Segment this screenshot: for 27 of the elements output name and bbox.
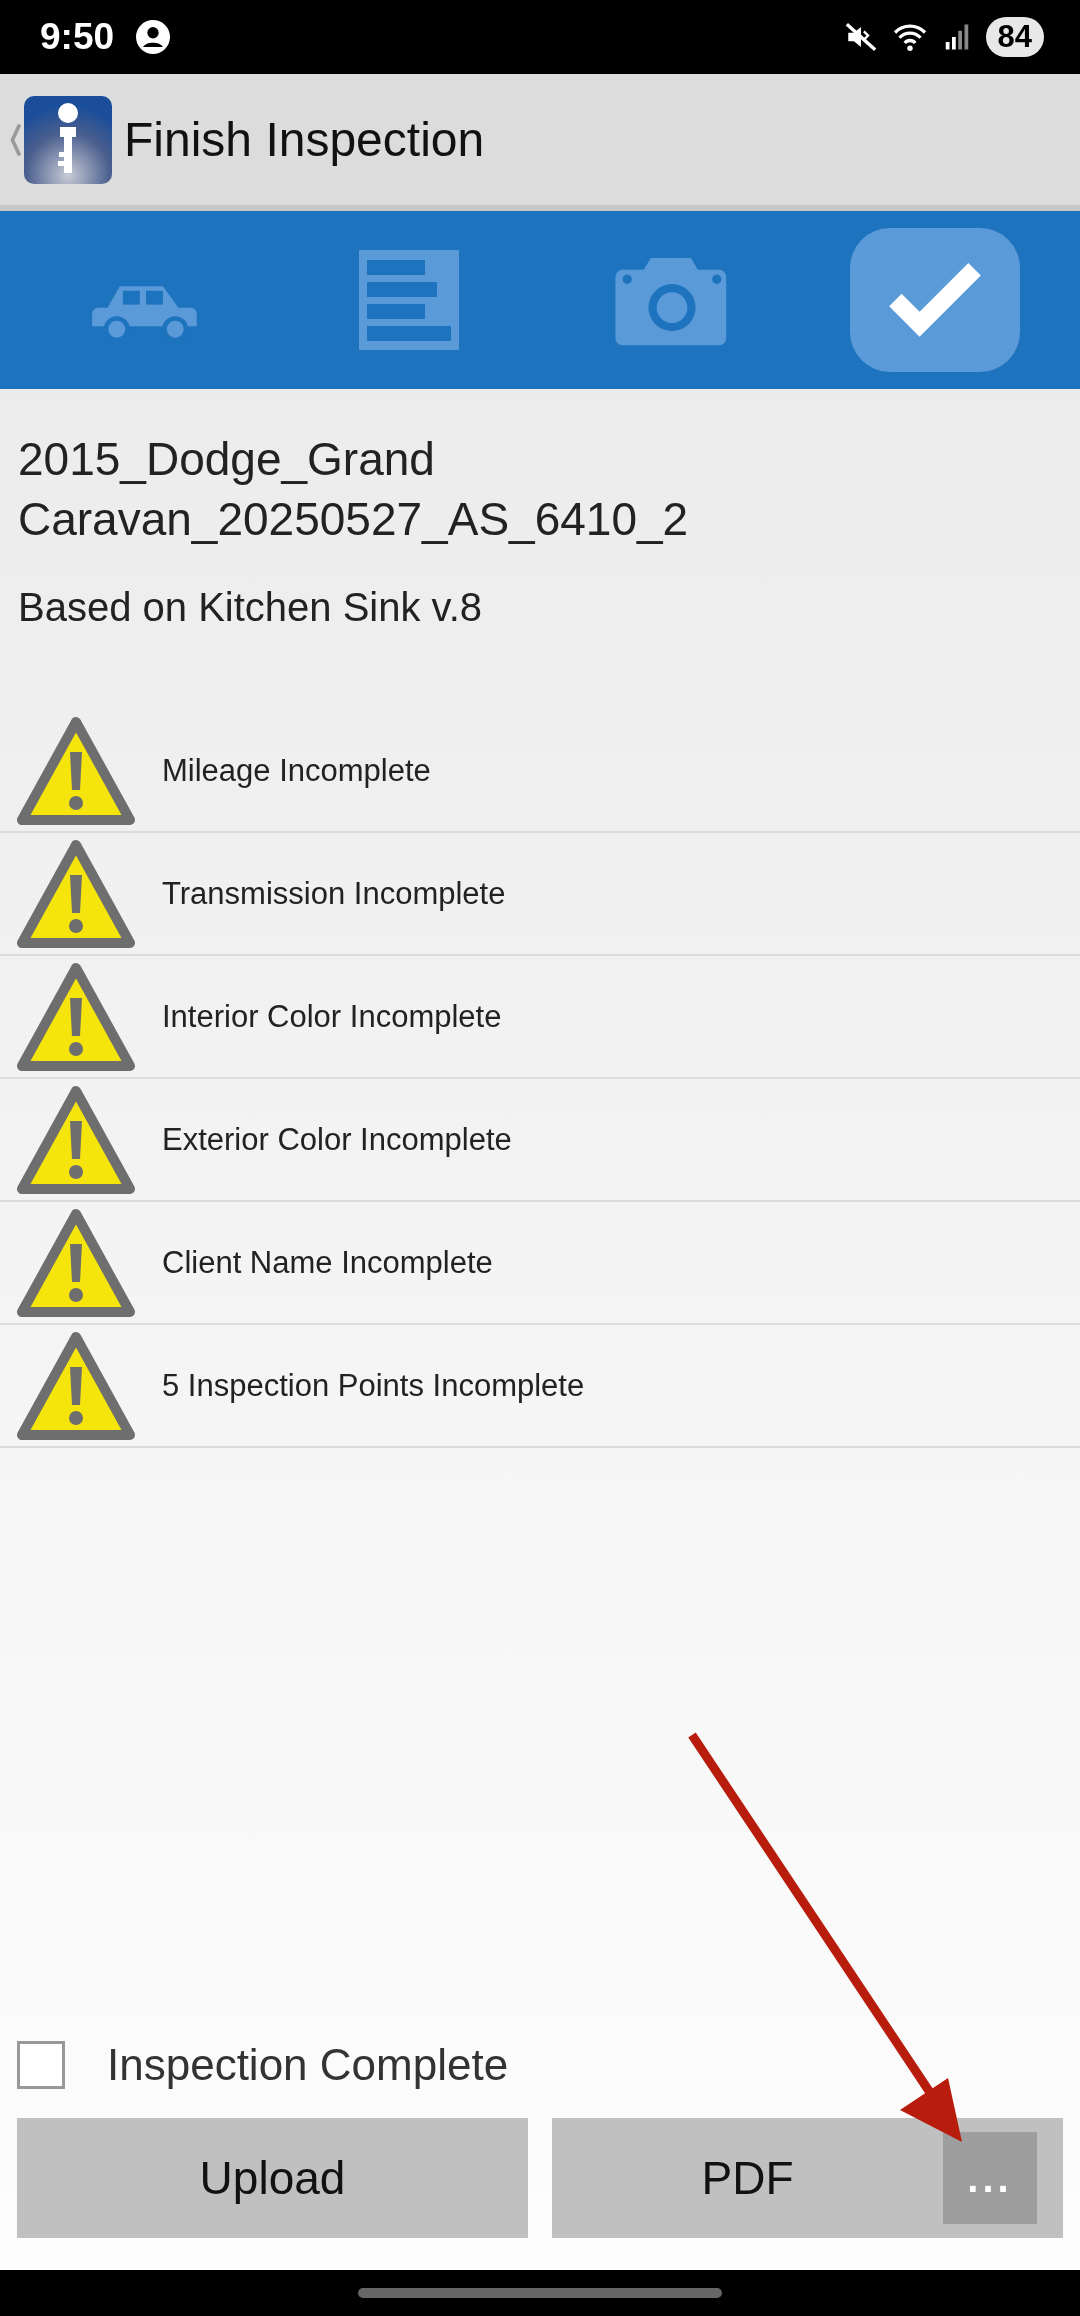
warning-text: Interior Color Incomplete (162, 998, 502, 1035)
screen-title: Finish Inspection (124, 112, 485, 167)
inspection-name: 2015_Dodge_Grand Caravan_20250527_AS_6410_2 (17, 432, 690, 547)
home-indicator[interactable] (358, 2288, 722, 2298)
checkbox[interactable] (17, 2041, 65, 2089)
back-icon (10, 121, 22, 158)
account-icon (136, 20, 171, 54)
checkbox-label: Inspection Complete (107, 2040, 509, 2090)
warning-text: Transmission Incomplete (162, 875, 506, 912)
template-name: Based on Kitchen Sink v.8 (17, 584, 483, 630)
tab[interactable] (849, 228, 1020, 372)
mute-icon (843, 20, 878, 54)
warning-icon (16, 961, 136, 1072)
warning-icon (16, 1207, 136, 1318)
warning-icon (16, 1084, 136, 1195)
warning-icon (16, 838, 136, 949)
warning-text: Exterior Color Incomplete (162, 1121, 512, 1158)
warning-text: Mileage Incomplete (162, 752, 431, 789)
warning-icon (16, 715, 136, 826)
clock-time: 9:50 (40, 16, 115, 58)
warning-text: Client Name Incomplete (162, 1244, 493, 1281)
upload-button[interactable]: Upload (17, 2118, 528, 2238)
warning-text: 5 Inspection Points Incomplete (162, 1367, 585, 1404)
form-icon (358, 250, 459, 350)
warning-icon (16, 1330, 136, 1441)
key-logo-icon (24, 95, 112, 184)
battery-level: 84 (985, 17, 1044, 57)
